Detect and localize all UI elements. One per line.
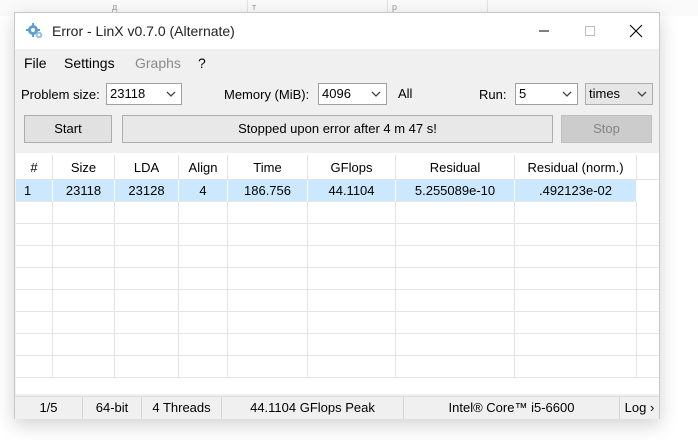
menu-bar: File Settings Graphs ? [15,49,659,75]
cell-align: 4 [179,180,228,202]
memory-label: Memory (MiB): [224,87,310,102]
run-count-combo[interactable]: 5 [515,83,578,105]
start-button[interactable]: Start [24,115,112,143]
chevron-down-icon [166,91,176,97]
column-header[interactable]: Align [179,155,228,180]
bitness: 64-bit [83,397,142,419]
run-progress: 1/5 [15,397,83,419]
background-column-label: р [392,2,398,12]
cell-size: 23118 [53,180,115,202]
problem-size-label: Problem size: [21,87,100,102]
chevron-down-icon [637,91,647,97]
memory-value: 4096 [322,86,351,101]
status-bar: 1/5 64-bit 4 Threads 44.1104 GFlops Peak… [15,396,659,419]
close-button[interactable] [613,13,659,49]
peak-gflops: 44.1104 GFlops Peak [222,397,404,419]
background-column-label: т [252,2,257,12]
empty-row [16,268,659,290]
column-header[interactable]: Time [228,155,308,180]
minimize-button[interactable] [521,13,567,49]
thread-count: 4 Threads [142,397,222,419]
minimize-icon [539,30,549,32]
run-mode-value: times [589,86,621,101]
window-title: Error - LinX v0.7.0 (Alternate) [52,23,235,39]
column-header[interactable]: LDA [115,155,179,180]
cell-time: 186.756 [228,180,308,202]
cell-gflops: 44.1104 [308,180,396,202]
chevron-down-icon [562,91,572,97]
background-column-label: д [112,2,118,12]
menu-help[interactable]: ? [198,55,206,71]
column-header[interactable]: # [16,155,53,180]
gear-icon [26,22,44,40]
memory-all-button[interactable]: All [398,86,412,101]
column-header[interactable]: GFlops [308,155,396,180]
menu-settings[interactable]: Settings [64,55,115,71]
cell-residual: 5.255089e-10 [396,180,515,202]
maximize-icon [585,26,595,36]
cell-index: 1 [16,180,53,202]
empty-row [16,224,659,246]
linx-window: Error - LinX v0.7.0 (Alternate) File Set… [14,12,660,419]
close-icon [629,24,643,38]
empty-row [16,290,659,312]
cpu-name: Intel® Core™ i5-6600 [404,397,620,419]
menu-graphs[interactable]: Graphs [135,55,181,71]
title-bar[interactable]: Error - LinX v0.7.0 (Alternate) [15,13,659,49]
maximize-button[interactable] [567,13,613,49]
stop-button[interactable]: Stop [561,115,652,143]
problem-size-value: 23118 [110,86,146,101]
table-header: # Size LDA Align Time GFlops Residual Re… [16,155,659,180]
menu-file[interactable]: File [24,55,47,71]
status-message: Stopped upon error after 4 m 47 s! [122,115,553,143]
empty-row [16,334,659,356]
table-row[interactable]: 1 23118 23128 4 186.756 44.1104 5.255089… [16,180,637,202]
empty-row [16,312,659,334]
cell-lda: 23128 [115,180,179,202]
column-header-filler [637,155,659,180]
column-header[interactable]: Residual (norm.) [515,155,637,180]
log-button[interactable]: Log › [620,397,659,419]
empty-row [16,202,659,224]
run-label: Run: [479,87,507,102]
memory-combo[interactable]: 4096 [318,83,387,105]
empty-row [16,356,659,378]
cell-residual-norm: .492123e-02 [515,180,637,202]
run-count-value: 5 [519,86,527,101]
run-mode-combo[interactable]: times [585,83,653,105]
chevron-down-icon [371,91,381,97]
column-header[interactable]: Residual [396,155,515,180]
results-table: # Size LDA Align Time GFlops Residual Re… [16,153,659,394]
problem-size-combo[interactable]: 23118 [106,83,182,105]
column-header[interactable]: Size [53,155,115,180]
empty-row [16,246,659,268]
